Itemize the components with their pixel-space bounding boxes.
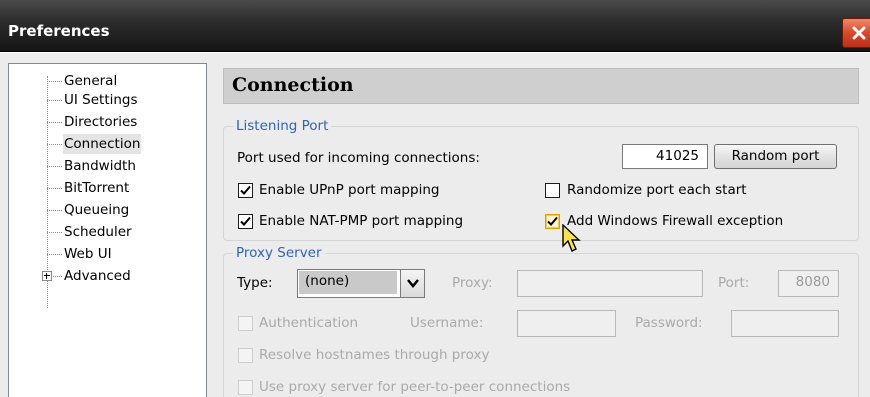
preferences-window: General UI Settings Directories Connecti…	[0, 53, 870, 397]
randomize-port-checkbox[interactable]	[545, 183, 560, 198]
resolve-hostnames-label: Resolve hostnames through proxy	[259, 347, 490, 363]
close-button[interactable]	[842, 18, 870, 48]
authentication-label: Authentication	[259, 315, 359, 331]
dropdown-arrow-button[interactable]	[400, 270, 424, 297]
authentication-checkbox[interactable]	[238, 316, 253, 331]
proxy-host-input[interactable]	[517, 270, 703, 297]
firewall-exception-checkbox[interactable]	[545, 214, 560, 229]
checkmark-icon	[240, 185, 251, 195]
close-icon	[852, 26, 866, 40]
upnp-label: Enable UPnP port mapping	[259, 182, 440, 198]
proxy-host-label: Proxy:	[452, 275, 493, 291]
listening-port-group-title: Listening Port	[233, 118, 332, 134]
sidebar-item-label: Connection	[63, 134, 142, 154]
username-input[interactable]	[517, 310, 616, 337]
title-bar: Preferences	[0, 0, 870, 52]
proxy-type-label: Type:	[237, 275, 273, 291]
proxy-server-group-title: Proxy Server	[233, 245, 325, 261]
sidebar-item-label: Scheduler	[64, 224, 132, 240]
proxy-port-label: Port:	[718, 275, 750, 291]
sidebar-item-label: BitTorrent	[64, 180, 130, 196]
upnp-checkbox[interactable]	[238, 183, 253, 198]
mouse-cursor-icon	[562, 224, 581, 252]
p2p-proxy-checkbox[interactable]	[238, 380, 253, 395]
window-title: Preferences	[8, 22, 110, 40]
p2p-proxy-label: Use proxy server for peer-to-peer connec…	[259, 379, 571, 395]
port-input[interactable]: 41025	[622, 144, 708, 169]
firewall-exception-label: Add Windows Firewall exception	[567, 213, 784, 229]
sidebar-item-label: UI Settings	[64, 92, 138, 108]
proxy-port-input[interactable]: 8080	[778, 270, 839, 297]
category-tree: General UI Settings Directories Connecti…	[8, 63, 207, 397]
sidebar-item-label: Directories	[64, 114, 138, 130]
chevron-down-icon	[407, 279, 419, 288]
proxy-type-select[interactable]: (none)	[297, 269, 425, 298]
port-label: Port used for incoming connections:	[237, 150, 480, 166]
password-label: Password:	[635, 315, 703, 331]
randomize-port-label: Randomize port each start	[567, 182, 747, 198]
sidebar-item-label: General	[64, 73, 118, 89]
password-input[interactable]	[731, 310, 839, 337]
random-port-button[interactable]: Random port	[714, 144, 837, 169]
natpmp-checkbox[interactable]	[238, 214, 253, 229]
sidebar-item-label: Bandwidth	[64, 158, 136, 174]
page-header: Connection	[223, 68, 859, 104]
sidebar-item-label: Queueing	[64, 202, 130, 218]
expand-plus-icon[interactable]	[42, 271, 52, 281]
resolve-hostnames-checkbox[interactable]	[238, 348, 253, 363]
sidebar-item-label: Web UI	[64, 246, 112, 262]
sidebar-item-label: Advanced	[64, 268, 131, 284]
natpmp-label: Enable NAT-PMP port mapping	[259, 213, 464, 229]
page-title: Connection	[232, 74, 354, 96]
checkmark-icon	[240, 216, 251, 226]
checkmark-icon	[547, 216, 558, 226]
username-label: Username:	[410, 315, 484, 331]
proxy-type-value: (none)	[305, 273, 350, 289]
